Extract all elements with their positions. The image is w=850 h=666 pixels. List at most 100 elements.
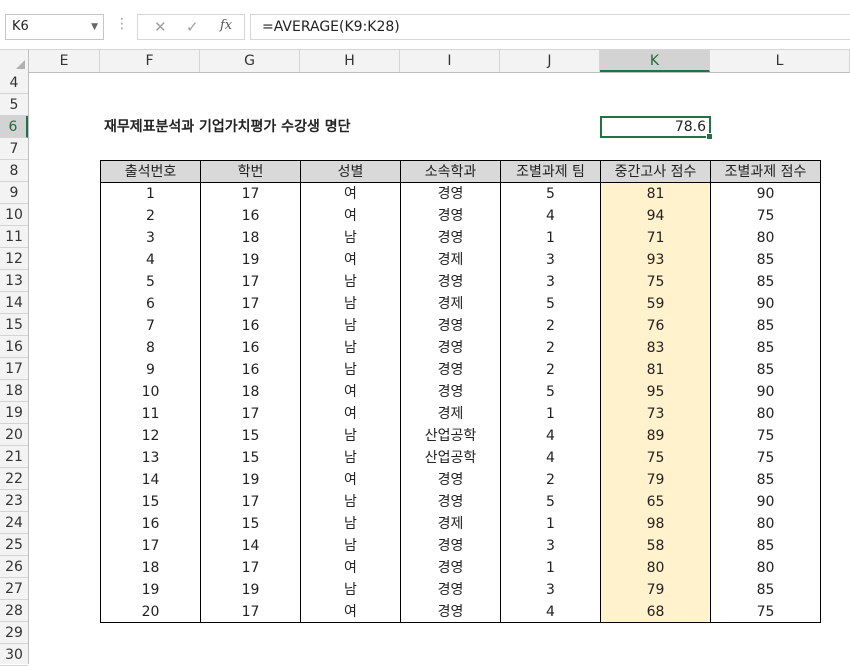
table-cell[interactable]: 2: [500, 337, 601, 359]
table-cell[interactable]: 2: [500, 469, 601, 491]
column-header-h[interactable]: H: [300, 50, 400, 72]
table-cell[interactable]: 4: [500, 447, 601, 469]
table-cell[interactable]: 3: [500, 249, 601, 271]
table-cell[interactable]: 90: [710, 293, 821, 315]
table-cell[interactable]: 산업공학: [400, 447, 501, 469]
table-cell[interactable]: 16: [200, 205, 301, 227]
table-cell[interactable]: 93: [600, 249, 711, 271]
table-header-cell[interactable]: 학번: [200, 160, 301, 183]
column-header-j[interactable]: J: [500, 50, 600, 72]
table-cell[interactable]: 경영: [400, 469, 501, 491]
table-cell[interactable]: 5: [100, 271, 201, 293]
table-cell[interactable]: 80: [710, 513, 821, 535]
table-cell[interactable]: 남: [300, 535, 401, 557]
table-cell[interactable]: 15: [100, 491, 201, 513]
table-cell[interactable]: 경제: [400, 249, 501, 271]
table-cell[interactable]: 남: [300, 425, 401, 447]
table-cell[interactable]: 경영: [400, 579, 501, 601]
table-cell[interactable]: 15: [200, 513, 301, 535]
row-header-5[interactable]: 5: [0, 94, 28, 116]
row-header-4[interactable]: 4: [0, 72, 28, 94]
chevron-down-icon[interactable]: ▼: [91, 15, 98, 39]
table-cell[interactable]: 남: [300, 447, 401, 469]
table-cell[interactable]: 75: [600, 271, 711, 293]
table-header-cell[interactable]: 조별과제 팀: [500, 160, 601, 183]
row-header-26[interactable]: 26: [0, 556, 28, 578]
row-header-9[interactable]: 9: [0, 182, 28, 204]
table-cell[interactable]: 85: [710, 469, 821, 491]
table-cell[interactable]: 경제: [400, 403, 501, 425]
table-cell[interactable]: 17: [200, 491, 301, 513]
table-cell[interactable]: 19: [200, 579, 301, 601]
table-cell[interactable]: 4: [100, 249, 201, 271]
table-cell[interactable]: 85: [710, 535, 821, 557]
enter-icon[interactable]: ✓: [186, 18, 199, 36]
table-cell[interactable]: 남: [300, 227, 401, 249]
table-cell[interactable]: 여: [300, 557, 401, 579]
table-cell[interactable]: 경영: [400, 271, 501, 293]
table-cell[interactable]: 3: [500, 535, 601, 557]
table-cell[interactable]: 68: [600, 601, 711, 623]
table-cell[interactable]: 2: [500, 315, 601, 337]
table-cell[interactable]: 19: [200, 469, 301, 491]
row-header-8[interactable]: 8: [0, 160, 28, 182]
row-header-18[interactable]: 18: [0, 380, 28, 402]
table-cell[interactable]: 80: [710, 557, 821, 579]
table-cell[interactable]: 경영: [400, 337, 501, 359]
table-header-cell[interactable]: 출석번호: [100, 160, 201, 183]
table-cell[interactable]: 19: [100, 579, 201, 601]
table-cell[interactable]: 4: [500, 425, 601, 447]
table-cell[interactable]: 경영: [400, 381, 501, 403]
table-cell[interactable]: 14: [200, 535, 301, 557]
table-cell[interactable]: 81: [600, 359, 711, 381]
active-cell-k6[interactable]: 78.6: [600, 116, 713, 140]
table-cell[interactable]: 6: [100, 293, 201, 315]
table-cell[interactable]: 경영: [400, 227, 501, 249]
table-cell[interactable]: 71: [600, 227, 711, 249]
table-cell[interactable]: 16: [200, 359, 301, 381]
table-cell[interactable]: 17: [200, 403, 301, 425]
table-cell[interactable]: 73: [600, 403, 711, 425]
row-header-16[interactable]: 16: [0, 336, 28, 358]
table-cell[interactable]: 17: [100, 535, 201, 557]
table-cell[interactable]: 1: [500, 513, 601, 535]
table-cell[interactable]: 경영: [400, 315, 501, 337]
name-box[interactable]: K6 ▼: [5, 14, 104, 40]
table-cell[interactable]: 5: [500, 293, 601, 315]
table-cell[interactable]: 10: [100, 381, 201, 403]
table-cell[interactable]: 11: [100, 403, 201, 425]
table-cell[interactable]: 75: [710, 447, 821, 469]
table-cell[interactable]: 남: [300, 337, 401, 359]
table-cell[interactable]: 8: [100, 337, 201, 359]
table-cell[interactable]: 17: [200, 557, 301, 579]
formula-input[interactable]: =AVERAGE(K9:K28): [250, 14, 850, 40]
row-header-14[interactable]: 14: [0, 292, 28, 314]
table-cell[interactable]: 59: [600, 293, 711, 315]
table-cell[interactable]: 남: [300, 359, 401, 381]
table-cell[interactable]: 85: [710, 359, 821, 381]
table-header-cell[interactable]: 조별과제 점수: [710, 160, 821, 183]
column-header-f[interactable]: F: [100, 50, 200, 72]
table-cell[interactable]: 80: [710, 403, 821, 425]
table-cell[interactable]: 16: [100, 513, 201, 535]
table-cell[interactable]: 18: [200, 227, 301, 249]
row-header-23[interactable]: 23: [0, 490, 28, 512]
table-cell[interactable]: 15: [200, 425, 301, 447]
column-header-e[interactable]: E: [29, 50, 100, 72]
column-header-g[interactable]: G: [200, 50, 300, 72]
table-cell[interactable]: 95: [600, 381, 711, 403]
table-cell[interactable]: 75: [710, 601, 821, 623]
table-cell[interactable]: 90: [710, 183, 821, 205]
table-cell[interactable]: 20: [100, 601, 201, 623]
table-cell[interactable]: 경영: [400, 183, 501, 205]
table-cell[interactable]: 1: [500, 227, 601, 249]
row-header-24[interactable]: 24: [0, 512, 28, 534]
table-cell[interactable]: 17: [200, 293, 301, 315]
table-cell[interactable]: 여: [300, 381, 401, 403]
table-cell[interactable]: 남: [300, 293, 401, 315]
row-header-17[interactable]: 17: [0, 358, 28, 380]
table-cell[interactable]: 14: [100, 469, 201, 491]
table-cell[interactable]: 17: [200, 271, 301, 293]
table-cell[interactable]: 1: [100, 183, 201, 205]
table-cell[interactable]: 90: [710, 491, 821, 513]
